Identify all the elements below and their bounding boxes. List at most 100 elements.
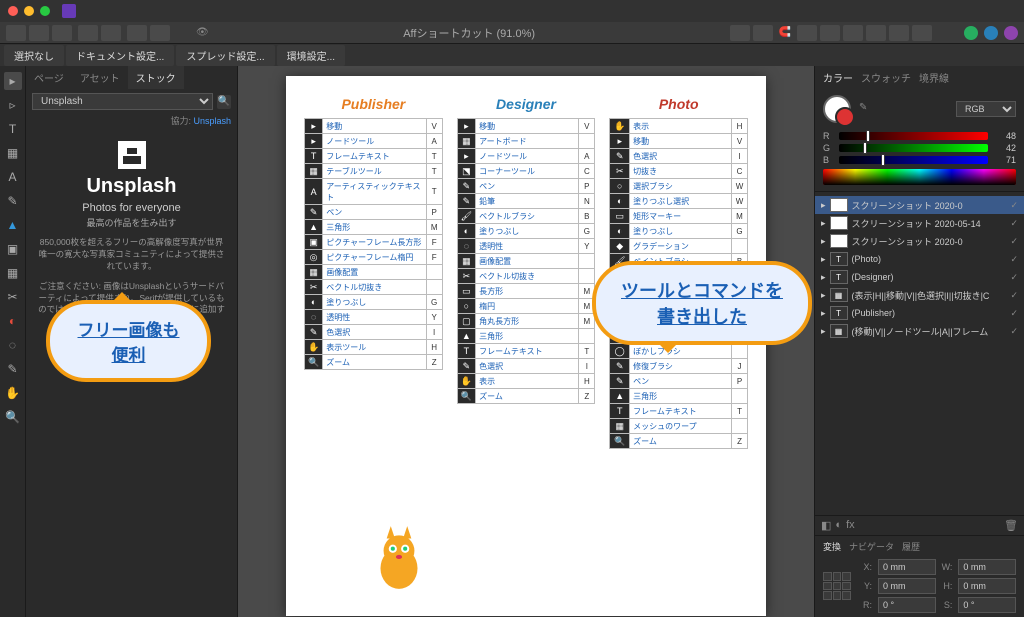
shape-tool-icon[interactable]: ▲ [4, 216, 22, 234]
toolbar-button[interactable] [843, 25, 863, 41]
visibility-checkbox[interactable]: ✓ [1010, 236, 1018, 247]
adjustment-icon[interactable]: ◐ [835, 519, 842, 532]
expand-icon[interactable]: ▸ [821, 254, 826, 265]
expand-icon[interactable]: ▸ [821, 308, 826, 319]
toolbar-button[interactable] [797, 25, 817, 41]
visibility-checkbox[interactable]: ✓ [1010, 290, 1018, 301]
toolbar-button[interactable] [127, 25, 147, 41]
expand-icon[interactable]: ▸ [821, 272, 826, 283]
r-input[interactable]: 0 ° [878, 597, 936, 613]
toolbar-button[interactable] [150, 25, 170, 41]
zoom-tool-icon[interactable]: 🔍 [4, 408, 22, 426]
layer-row[interactable]: ▸▦(移動|V||ノードツール|A||フレーム✓ [815, 322, 1024, 340]
visibility-checkbox[interactable]: ✓ [1010, 308, 1018, 319]
visibility-checkbox[interactable]: ✓ [1010, 200, 1018, 211]
expand-icon[interactable]: ▸ [821, 326, 826, 337]
tab-history[interactable]: 履歴 [902, 540, 920, 553]
tab-assets[interactable]: アセット [72, 66, 128, 89]
toolbar-button[interactable] [820, 25, 840, 41]
layer-row[interactable]: ▸スクリーンショット 2020-05-14✓ [815, 214, 1024, 232]
toolbar-button[interactable] [866, 25, 886, 41]
node-tool-icon[interactable]: ▹ [4, 96, 22, 114]
maximize-window-button[interactable] [40, 6, 50, 16]
expand-icon[interactable]: ▸ [821, 236, 826, 247]
h-input[interactable]: 0 mm [958, 578, 1016, 594]
x-input[interactable]: 0 mm [878, 559, 936, 575]
w-input[interactable]: 0 mm [958, 559, 1016, 575]
shortcut-row: ○楕円M [457, 299, 595, 314]
tab-color[interactable]: カラー [823, 70, 853, 85]
eyedropper-icon[interactable]: ✎ [859, 102, 873, 116]
toolbar-button[interactable] [6, 25, 26, 41]
color-picker-tool-icon[interactable]: ✎ [4, 360, 22, 378]
persona-publisher-icon[interactable] [964, 26, 978, 40]
search-icon[interactable]: 🔍 [217, 95, 231, 109]
pen-tool-icon[interactable]: ✎ [4, 192, 22, 210]
layer-row[interactable]: ▸▦(表示|H||移動|V||色選択|I||切抜き|C✓ [815, 286, 1024, 304]
persona-designer-icon[interactable] [984, 26, 998, 40]
mask-icon[interactable]: ◧ [821, 519, 831, 532]
r-slider[interactable] [839, 132, 988, 140]
preview-icon[interactable]: 👁 [196, 27, 209, 38]
delete-layer-icon[interactable]: 🗑 [1004, 519, 1018, 532]
hue-strip[interactable] [823, 169, 1016, 185]
s-input[interactable]: 0 ° [958, 597, 1016, 613]
stock-source-select[interactable]: Unsplash [32, 93, 213, 110]
visibility-checkbox[interactable]: ✓ [1010, 326, 1018, 337]
tab-transform[interactable]: 変換 [823, 540, 841, 553]
table-tool-icon[interactable]: ▦ [4, 144, 22, 162]
g-slider[interactable] [839, 144, 988, 152]
toolbar-button[interactable] [912, 25, 932, 41]
toolbar-button[interactable] [29, 25, 49, 41]
tab-pages[interactable]: ページ [26, 66, 72, 89]
unsplash-link[interactable]: Unsplash [193, 116, 231, 126]
spread-settings-button[interactable]: スプレッド設定... [176, 45, 274, 66]
frame-text-tool-icon[interactable]: T [4, 120, 22, 138]
document-page[interactable]: Publisher ▸移動V▸ノードツールATフレームテキストT▦テーブルツール… [286, 76, 766, 616]
minimize-window-button[interactable] [24, 6, 34, 16]
vector-crop-tool-icon[interactable]: ✂ [4, 288, 22, 306]
toolbar-button[interactable] [101, 25, 121, 41]
toolbar-button[interactable] [730, 25, 750, 41]
artistic-text-tool-icon[interactable]: A [4, 168, 22, 186]
canvas-area[interactable]: ツールとコマンドを書き出した Publisher ▸移動V▸ノードツールATフレ… [238, 66, 814, 617]
preferences-button[interactable]: 環境設定... [277, 45, 345, 66]
toolbar-button[interactable] [753, 25, 773, 41]
persona-photo-icon[interactable] [1004, 26, 1018, 40]
view-tool-icon[interactable]: ✋ [4, 384, 22, 402]
tab-navigator[interactable]: ナビゲータ [849, 540, 894, 553]
toolbar-button[interactable] [889, 25, 909, 41]
transparency-tool-icon[interactable]: ◌ [4, 336, 22, 354]
place-image-tool-icon[interactable]: ▦ [4, 264, 22, 282]
layer-row[interactable]: ▸T(Publisher)✓ [815, 304, 1024, 322]
document-settings-button[interactable]: ドキュメント設定... [66, 45, 174, 66]
visibility-checkbox[interactable]: ✓ [1010, 218, 1018, 229]
layer-row[interactable]: ▸スクリーンショット 2020-0✓ [815, 232, 1024, 250]
color-mode-select[interactable]: RGB [956, 101, 1016, 117]
tab-swatches[interactable]: スウォッチ [861, 70, 911, 85]
move-tool-icon[interactable]: ▸ [4, 72, 22, 90]
layer-row[interactable]: ▸スクリーンショット 2020-0✓ [815, 196, 1024, 214]
picture-frame-tool-icon[interactable]: ▣ [4, 240, 22, 258]
expand-icon[interactable]: ▸ [821, 218, 826, 229]
snapping-icon[interactable]: 🧲 [779, 27, 791, 38]
tool-icon: ▦ [610, 419, 630, 434]
fill-tool-icon[interactable]: ◐ [4, 312, 22, 330]
fx-icon[interactable]: fx [846, 519, 855, 532]
visibility-checkbox[interactable]: ✓ [1010, 272, 1018, 283]
y-input[interactable]: 0 mm [878, 578, 936, 594]
anchor-grid[interactable] [823, 572, 851, 600]
toolbar-button[interactable] [78, 25, 98, 41]
expand-icon[interactable]: ▸ [821, 290, 826, 301]
layer-row[interactable]: ▸T(Designer)✓ [815, 268, 1024, 286]
toolbar-button[interactable] [52, 25, 72, 41]
layer-row[interactable]: ▸T(Photo)✓ [815, 250, 1024, 268]
expand-icon[interactable]: ▸ [821, 200, 826, 211]
tab-stroke[interactable]: 境界線 [919, 70, 949, 85]
b-slider[interactable] [839, 156, 988, 164]
tool-icon: ▲ [305, 220, 323, 235]
tab-stock[interactable]: ストック [128, 66, 184, 89]
close-window-button[interactable] [8, 6, 18, 16]
color-wells[interactable] [823, 95, 851, 123]
visibility-checkbox[interactable]: ✓ [1010, 254, 1018, 265]
